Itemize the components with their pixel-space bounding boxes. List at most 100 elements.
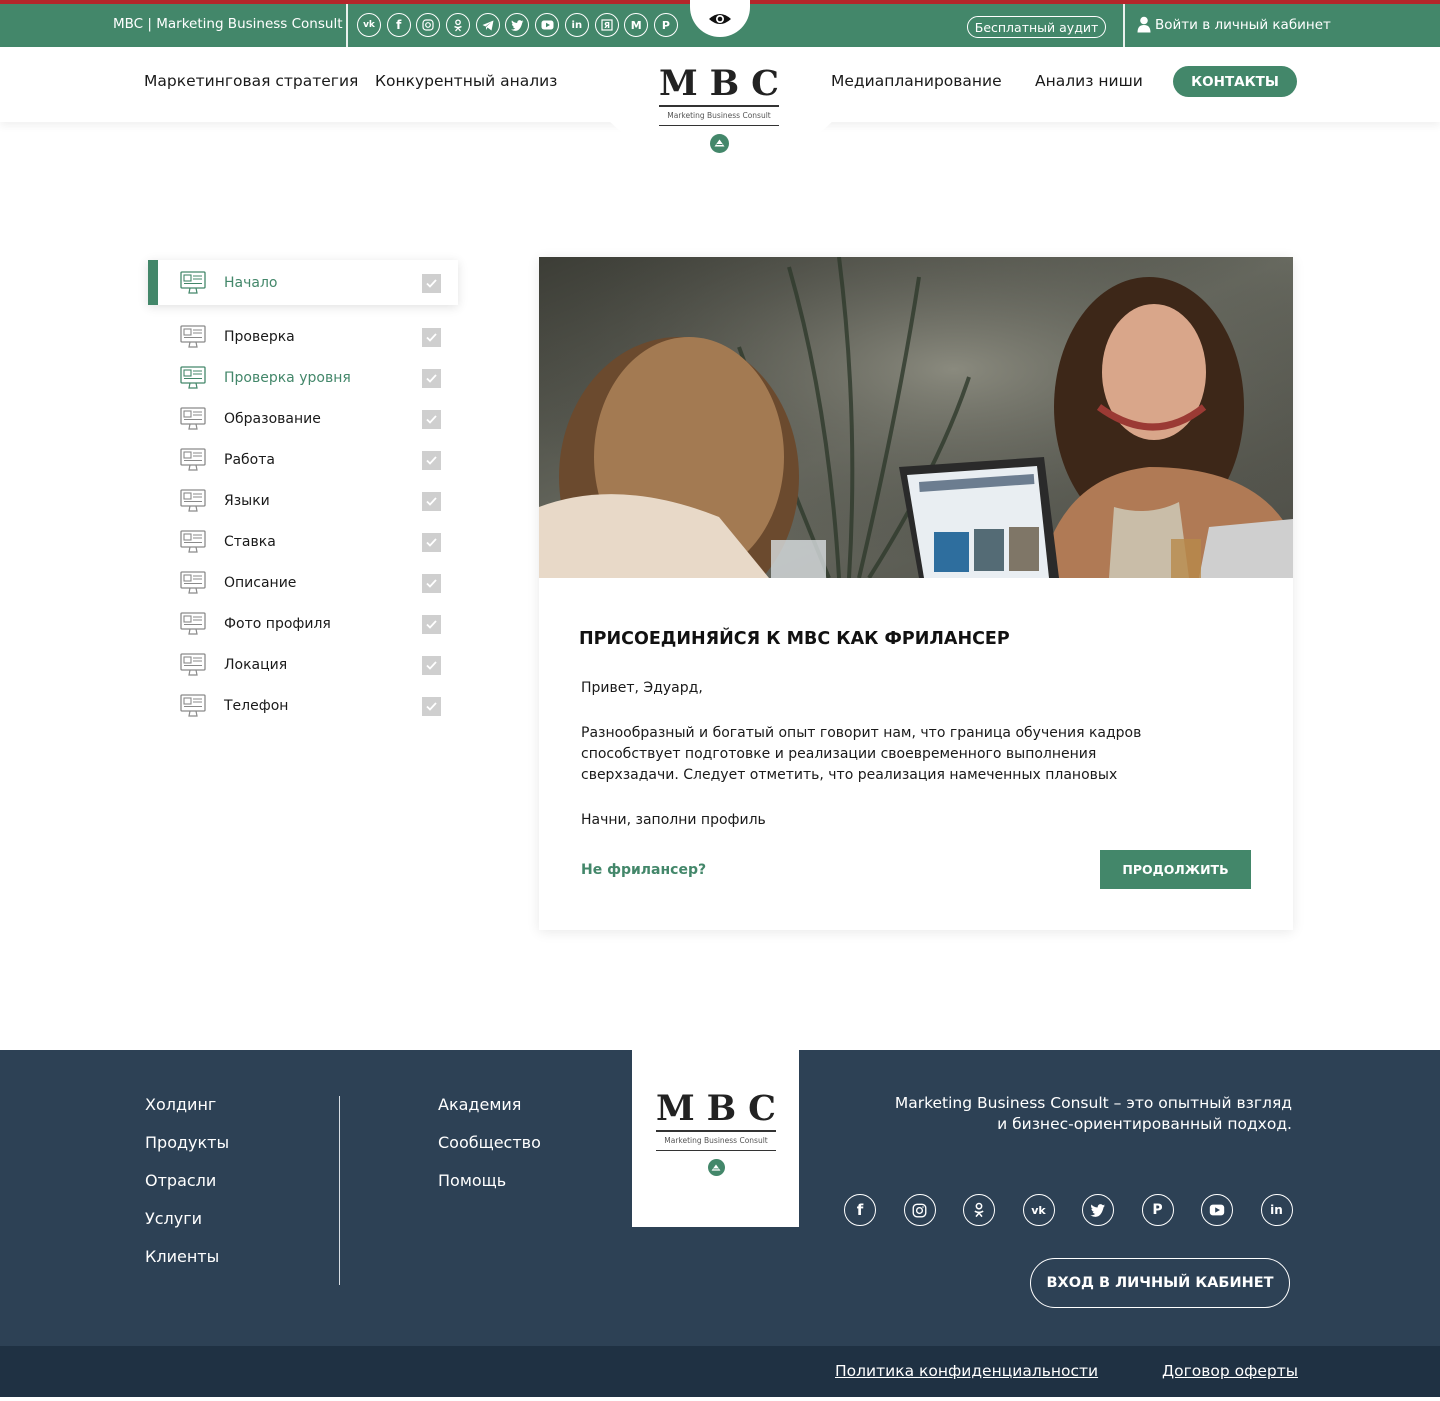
pinterest-icon[interactable]: P — [1141, 1194, 1174, 1226]
footer-link-academy[interactable]: Академия — [438, 1095, 521, 1114]
step-label: Ставка — [224, 534, 276, 550]
profile-monitor-icon — [180, 489, 206, 512]
step-check-icon — [422, 655, 441, 675]
logo-letter: B — [709, 63, 740, 104]
instagram-icon[interactable] — [416, 13, 441, 37]
not-freelancer-link[interactable]: Не фрилансер? — [581, 862, 706, 878]
contacts-button[interactable]: КОНТАКТЫ — [1173, 66, 1297, 97]
profile-monitor-icon — [180, 271, 206, 294]
profile-monitor-icon — [180, 448, 206, 471]
profile-monitor-icon — [180, 325, 206, 348]
divider — [346, 4, 348, 47]
privacy-policy-link[interactable]: Политика конфиденциальности — [835, 1362, 1098, 1380]
step-item[interactable]: Начало — [180, 270, 442, 296]
step-check-icon — [422, 532, 441, 552]
footer-link-products[interactable]: Продукты — [145, 1133, 229, 1152]
odnoklassniki-icon[interactable] — [963, 1194, 995, 1226]
footer-link-holding[interactable]: Холдинг — [145, 1095, 216, 1114]
linkedin-icon[interactable]: in — [1260, 1194, 1293, 1226]
step-item[interactable]: Языки — [180, 488, 442, 514]
card-cta-text: Начни, заполни профиль — [581, 812, 766, 828]
vk-icon[interactable]: vk — [357, 13, 381, 37]
footer-logo[interactable]: M B C Marketing Business Consult — [656, 1090, 776, 1176]
step-label: Проверка уровня — [224, 370, 351, 386]
youtube-icon[interactable] — [535, 13, 560, 37]
nav-niche-analysis[interactable]: Анализ ниши — [1035, 72, 1143, 90]
profile-monitor-icon — [180, 653, 206, 676]
logo-letter: B — [706, 1088, 737, 1129]
logo-rule — [656, 1149, 776, 1151]
step-check-icon — [422, 368, 441, 388]
step-check-icon — [422, 273, 441, 293]
accessibility-toggle[interactable] — [690, 0, 750, 37]
logo-letters: M B C — [656, 1090, 776, 1128]
vk-icon[interactable]: vk — [1022, 1194, 1055, 1226]
logo[interactable]: M B C Marketing Business Consult — [659, 65, 779, 153]
profile-monitor-icon — [180, 530, 206, 553]
twitter-icon[interactable] — [505, 13, 530, 37]
top-bar: MBC | Marketing Business Consult vk f in… — [0, 0, 1440, 47]
facebook-icon[interactable]: f — [386, 13, 411, 37]
footer-login-button[interactable]: ВХОД В ЛИЧНЫЙ КАБИНЕТ — [1030, 1258, 1290, 1308]
card-greeting: Привет, Эдуард, — [581, 680, 703, 696]
footer-description-line: и бизнес-ориентированный подход. — [997, 1115, 1292, 1133]
step-label: Образование — [224, 411, 321, 427]
twitter-icon[interactable] — [1082, 1194, 1114, 1226]
step-item[interactable]: Проверка уровня — [180, 365, 442, 391]
footer-link-clients[interactable]: Клиенты — [145, 1247, 219, 1266]
instagram-icon[interactable] — [903, 1194, 936, 1226]
step-label: Описание — [224, 575, 297, 591]
logo-letter: M — [659, 63, 698, 104]
footer-description-line: Marketing Business Consult – это опытный… — [894, 1094, 1292, 1112]
step-label: Проверка — [224, 329, 295, 345]
continue-button[interactable]: ПРОДОЛЖИТЬ — [1100, 850, 1251, 889]
logo-subtitle: Marketing Business Consult — [667, 110, 771, 120]
footer-social-links: f vk P in — [844, 1194, 1293, 1226]
login-label: Войти в личный кабинет — [1155, 16, 1331, 33]
step-item[interactable]: Образование — [180, 406, 442, 432]
footer-link-help[interactable]: Помощь — [438, 1171, 506, 1190]
card-body: Разнообразный и богатый опыт говорит нам… — [581, 725, 1142, 783]
step-label: Локация — [224, 657, 288, 673]
step-item[interactable]: Фото профиля — [180, 611, 442, 637]
user-icon — [1137, 16, 1151, 33]
step-item[interactable]: Описание — [180, 570, 442, 596]
card-photo — [539, 257, 1293, 578]
pinterest-icon[interactable]: P — [653, 13, 678, 37]
footer-link-community[interactable]: Сообщество — [438, 1133, 541, 1152]
footer-link-industries[interactable]: Отрасли — [145, 1171, 216, 1190]
step-check-icon — [422, 614, 441, 634]
telegram-icon[interactable] — [475, 13, 500, 37]
footer-logo-box: M B C Marketing Business Consult — [632, 1050, 799, 1227]
footer-link-services[interactable]: Услуги — [145, 1209, 202, 1228]
step-check-icon — [422, 696, 441, 716]
step-check-icon — [422, 491, 441, 511]
subfooter: Политика конфиденциальности Договор офер… — [0, 1346, 1440, 1397]
logo-emblem-icon — [707, 1159, 725, 1176]
top-social-links: vk f in Я M P — [357, 13, 678, 37]
eye-icon — [709, 13, 731, 24]
freelancer-card: ПРИСОЕДИНЯЙСЯ К МВС КАК ФРИЛАНСЕР Привет… — [539, 257, 1293, 930]
step-item[interactable]: Локация — [180, 652, 442, 678]
login-link[interactable]: Войти в личный кабинет — [1137, 16, 1331, 33]
step-item[interactable]: Работа — [180, 447, 442, 473]
step-label: Фото профиля — [224, 616, 331, 632]
facebook-icon[interactable]: f — [844, 1194, 876, 1226]
offer-agreement-link[interactable]: Договор оферты — [1162, 1362, 1298, 1380]
step-item[interactable]: Телефон — [180, 693, 442, 719]
logo-letters: M B C — [659, 65, 779, 103]
yandex-zen-icon[interactable]: Я — [594, 13, 619, 37]
step-item[interactable]: Ставка — [180, 529, 442, 555]
odnoklassniki-icon[interactable] — [446, 13, 471, 37]
nav-media-planning[interactable]: Медиапланирование — [831, 72, 1002, 90]
step-check-icon — [422, 409, 441, 429]
medium-icon[interactable]: M — [624, 13, 649, 37]
linkedin-icon[interactable]: in — [564, 13, 589, 37]
step-item[interactable]: Проверка — [180, 324, 442, 350]
card-title: ПРИСОЕДИНЯЙСЯ К МВС КАК ФРИЛАНСЕР — [579, 629, 1010, 649]
brand-name[interactable]: MBC | Marketing Business Consult — [113, 16, 343, 32]
free-audit-button[interactable]: Бесплатный аудит — [967, 16, 1106, 38]
nav-competitive-analysis[interactable]: Конкурентный анализ — [375, 72, 557, 90]
nav-marketing-strategy[interactable]: Маркетинговая стратегия — [144, 72, 358, 90]
youtube-icon[interactable] — [1201, 1194, 1233, 1226]
